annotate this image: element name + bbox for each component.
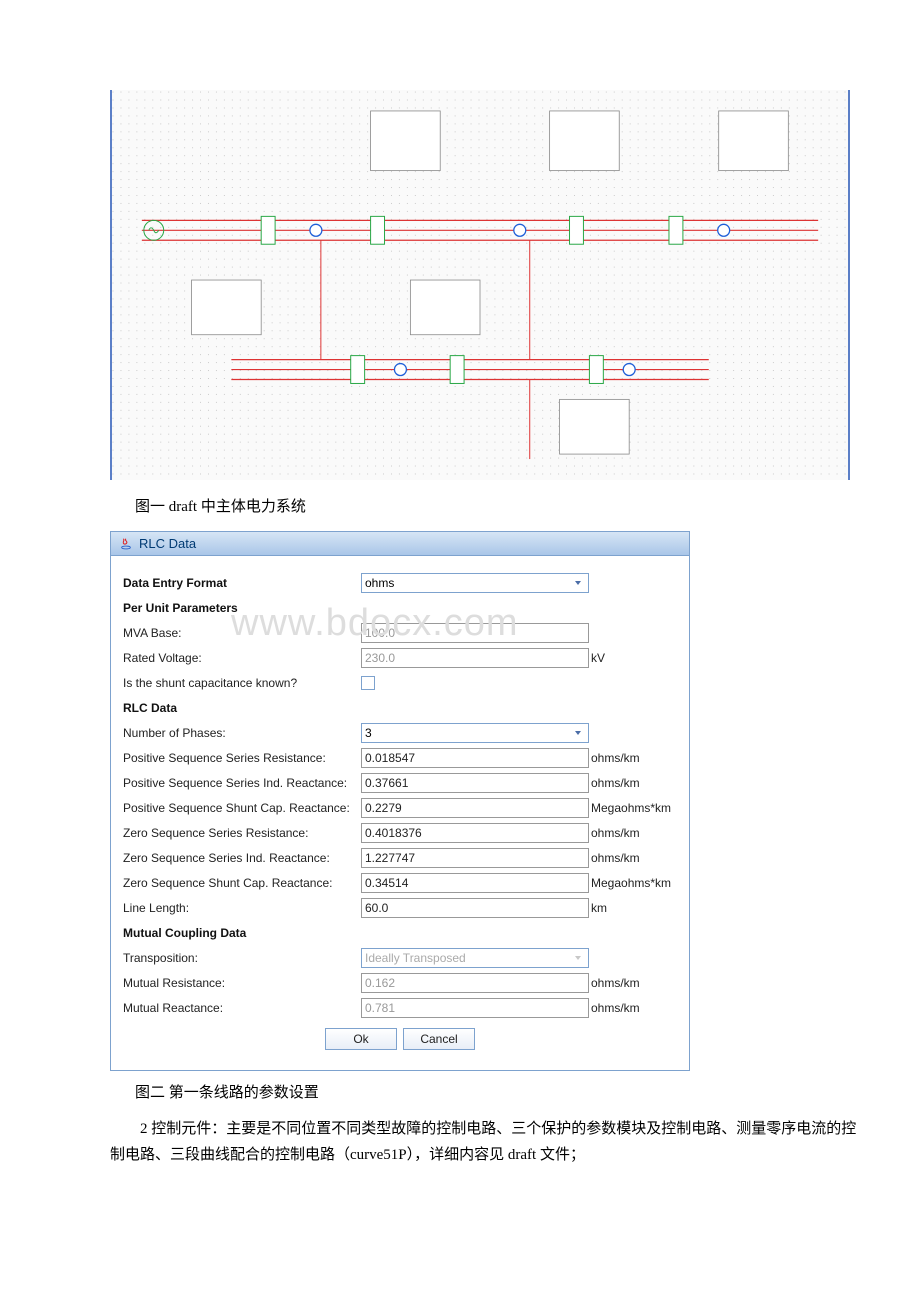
transposition-label: Transposition:	[123, 951, 361, 965]
zero-r-label: Zero Sequence Series Resistance:	[123, 826, 361, 840]
pos-r-input[interactable]	[361, 748, 589, 768]
shunt-cap-checkbox[interactable]	[361, 676, 375, 690]
transposition-value: Ideally Transposed	[365, 951, 466, 965]
rated-voltage-unit: kV	[589, 651, 605, 665]
chevron-down-icon	[571, 576, 585, 590]
chevron-down-icon	[571, 726, 585, 740]
pos-x-input[interactable]	[361, 773, 589, 793]
figure-1-caption: 图一 draft 中主体电力系统	[135, 495, 860, 516]
section-per-unit: Per Unit Parameters	[123, 601, 361, 615]
pos-c-input[interactable]	[361, 798, 589, 818]
zero-r-input[interactable]	[361, 823, 589, 843]
pos-x-label: Positive Sequence Series Ind. Reactance:	[123, 776, 361, 790]
phases-select[interactable]: 3	[361, 723, 589, 743]
mva-base-input	[361, 623, 589, 643]
pos-r-label: Positive Sequence Series Resistance:	[123, 751, 361, 765]
zero-c-input[interactable]	[361, 873, 589, 893]
mutual-r-label: Mutual Resistance:	[123, 976, 361, 990]
pos-c-unit: Megaohms*km	[589, 801, 671, 815]
dialog-title-text: RLC Data	[139, 536, 196, 551]
zero-c-label: Zero Sequence Shunt Cap. Reactance:	[123, 876, 361, 890]
zero-x-unit: ohms/km	[589, 851, 640, 865]
ok-button[interactable]: Ok	[325, 1028, 397, 1050]
mva-base-label: MVA Base:	[123, 626, 361, 640]
data-entry-format-value: ohms	[365, 576, 394, 590]
length-unit: km	[589, 901, 607, 915]
pos-r-unit: ohms/km	[589, 751, 640, 765]
pos-x-unit: ohms/km	[589, 776, 640, 790]
section-rlc-data: RLC Data	[123, 701, 361, 715]
zero-x-label: Zero Sequence Series Ind. Reactance:	[123, 851, 361, 865]
section-mutual-coupling: Mutual Coupling Data	[123, 926, 361, 940]
rlc-data-dialog: www.bdocx.com RLC Data Data Entry Format…	[110, 531, 690, 1071]
chevron-down-icon	[571, 951, 585, 965]
power-system-schematic	[112, 90, 848, 480]
mutual-x-input	[361, 998, 589, 1018]
length-input[interactable]	[361, 898, 589, 918]
zero-c-unit: Megaohms*km	[589, 876, 671, 890]
zero-x-input[interactable]	[361, 848, 589, 868]
mutual-x-unit: ohms/km	[589, 1001, 640, 1015]
mutual-r-unit: ohms/km	[589, 976, 640, 990]
rated-voltage-label: Rated Voltage:	[123, 651, 361, 665]
rated-voltage-input	[361, 648, 589, 668]
shunt-cap-label: Is the shunt capacitance known?	[123, 676, 361, 690]
data-entry-format-select[interactable]: ohms	[361, 573, 589, 593]
section-data-entry-format: Data Entry Format	[123, 576, 361, 590]
java-icon	[119, 537, 133, 551]
figure-2-caption: 图二 第一条线路的参数设置	[135, 1081, 860, 1102]
figure-1-diagram	[110, 90, 850, 480]
phases-value: 3	[365, 726, 372, 740]
phases-label: Number of Phases:	[123, 726, 361, 740]
cancel-button[interactable]: Cancel	[403, 1028, 475, 1050]
zero-r-unit: ohms/km	[589, 826, 640, 840]
transposition-select: Ideally Transposed	[361, 948, 589, 968]
mutual-r-input	[361, 973, 589, 993]
paragraph-control-components: 2 控制元件：主要是不同位置不同类型故障的控制电路、三个保护的参数模块及控制电路…	[110, 1117, 860, 1168]
dialog-titlebar: RLC Data	[111, 532, 689, 556]
mutual-x-label: Mutual Reactance:	[123, 1001, 361, 1015]
pos-c-label: Positive Sequence Shunt Cap. Reactance:	[123, 801, 361, 815]
length-label: Line Length:	[123, 901, 361, 915]
